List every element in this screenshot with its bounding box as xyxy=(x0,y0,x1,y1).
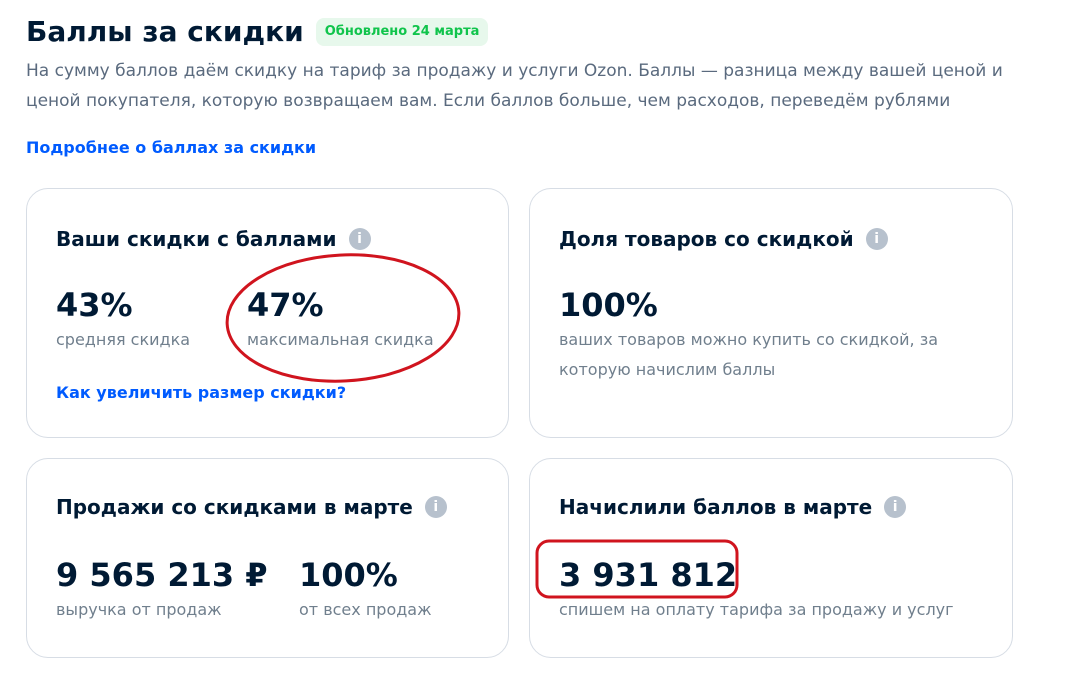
updated-badge: Обновлено 24 марта xyxy=(315,18,489,46)
max-discount-stat: 47% максимальная скидка xyxy=(247,285,434,355)
points-accrued-card-header: Начислили баллов в марте i xyxy=(559,493,907,521)
discounted-share-stat: 100% ваших товаров можно купить со скидк… xyxy=(559,285,949,385)
discounted-share-card: Доля товаров со скидкой i 100% ваших тов… xyxy=(529,188,1013,438)
average-discount-stat: 43% средняя скидка xyxy=(56,285,190,355)
discounted-share-card-title: Доля товаров со скидкой xyxy=(559,227,854,251)
points-accrued-label: спишем на оплату тарифа за продажу и усл… xyxy=(559,600,954,619)
more-about-points-link[interactable]: Подробнее о баллах за скидки xyxy=(26,136,316,160)
sales-share-value: 100% xyxy=(299,556,398,594)
average-discount-value: 43% xyxy=(56,286,133,324)
revenue-stat: 9 565 213 ₽ выручка от продаж xyxy=(56,555,268,625)
points-accrued-value: 3 931 812 xyxy=(559,556,738,594)
points-accrued-card: Начислили баллов в марте i 3 931 812 спи… xyxy=(529,458,1013,658)
discounts-card: Ваши скидки с баллами i 43% средняя скид… xyxy=(26,188,509,438)
discounted-share-label: ваших товаров можно купить со скидкой, з… xyxy=(559,330,938,379)
discounted-share-card-header: Доля товаров со скидкой i xyxy=(559,225,888,253)
average-discount-label: средняя скидка xyxy=(56,330,191,349)
points-accrued-card-title: Начислили баллов в марте xyxy=(559,495,873,519)
march-sales-card-header: Продажи со скидками в марте i xyxy=(56,493,447,521)
discounted-share-value: 100% xyxy=(559,286,658,324)
max-discount-label: максимальная скидка xyxy=(247,330,434,349)
max-discount-value: 47% xyxy=(247,286,324,324)
increase-discount-link[interactable]: Как увеличить размер скидки? xyxy=(56,381,346,405)
march-sales-card-title: Продажи со скидками в марте xyxy=(56,495,413,519)
discounts-card-title: Ваши скидки с баллами xyxy=(56,227,337,251)
sales-share-stat: 100% от всех продаж xyxy=(299,555,432,625)
sales-share-label: от всех продаж xyxy=(299,600,432,619)
march-sales-card: Продажи со скидками в марте i 9 565 213 … xyxy=(26,458,509,658)
points-accrued-stat: 3 931 812 спишем на оплату тарифа за про… xyxy=(559,555,954,625)
revenue-label: выручка от продаж xyxy=(56,600,222,619)
page-description: На сумму баллов даём скидку на тариф за … xyxy=(26,61,1003,111)
info-icon[interactable]: i xyxy=(424,496,447,518)
info-icon[interactable]: i xyxy=(865,228,888,250)
page-title: Баллы за скидки xyxy=(26,15,304,48)
page-header: Баллы за скидки Обновлено 24 марта xyxy=(26,14,489,50)
discounts-card-header: Ваши скидки с баллами i xyxy=(56,225,371,253)
info-icon[interactable]: i xyxy=(348,228,371,250)
info-icon[interactable]: i xyxy=(884,496,907,518)
revenue-value: 9 565 213 ₽ xyxy=(56,556,268,594)
